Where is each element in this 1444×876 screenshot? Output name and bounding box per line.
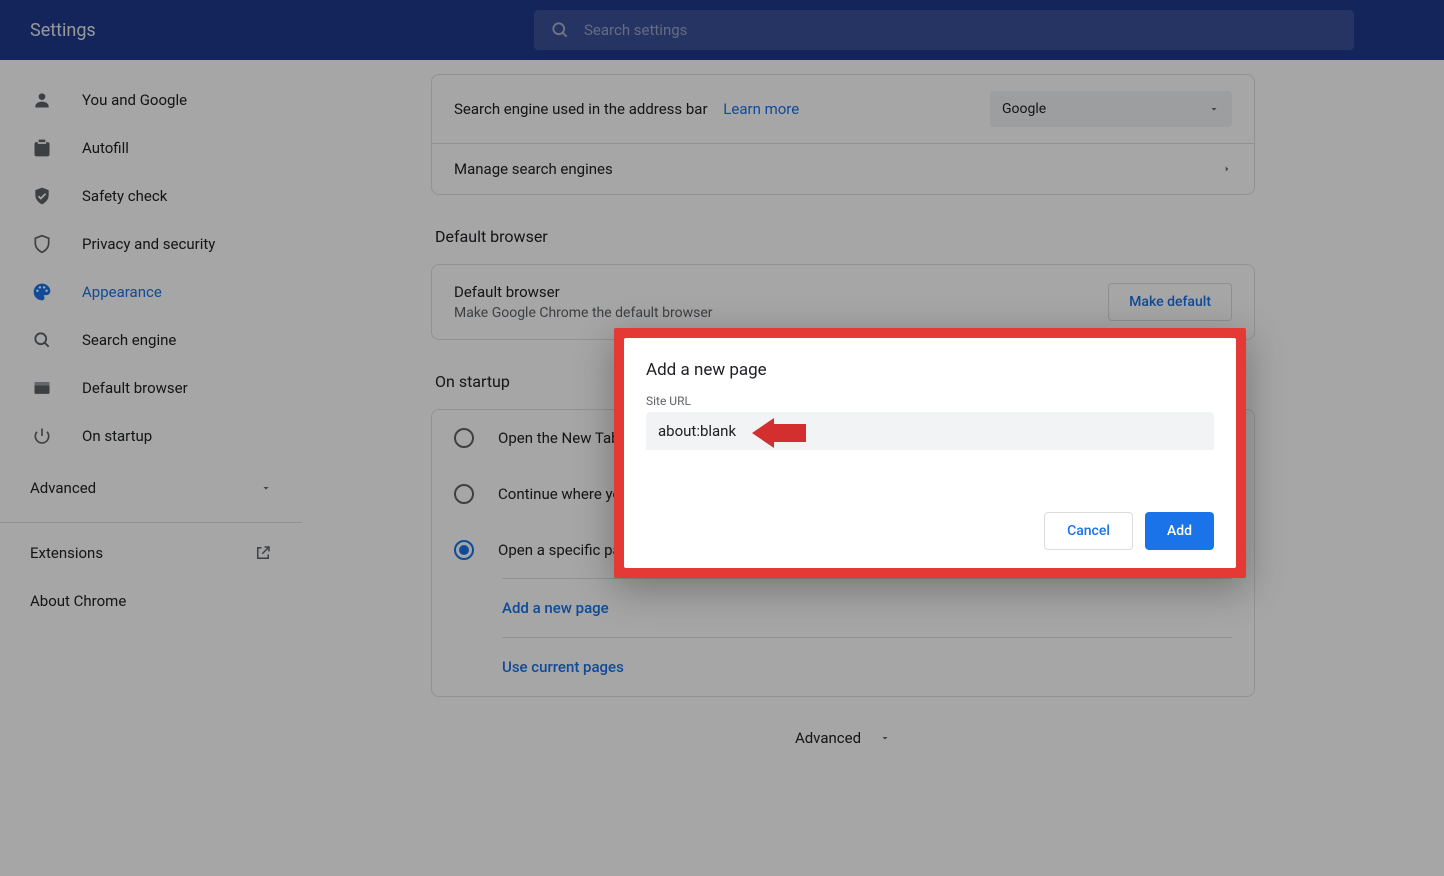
site-url-input[interactable] — [646, 412, 1214, 450]
dialog-highlight-frame: Add a new page Site URL Cancel Add — [614, 328, 1246, 578]
dialog-title: Add a new page — [646, 360, 1214, 380]
dialog-input-label: Site URL — [646, 394, 1214, 408]
add-page-dialog: Add a new page Site URL Cancel Add — [624, 338, 1236, 568]
add-button[interactable]: Add — [1145, 512, 1214, 550]
cancel-button[interactable]: Cancel — [1044, 512, 1133, 550]
